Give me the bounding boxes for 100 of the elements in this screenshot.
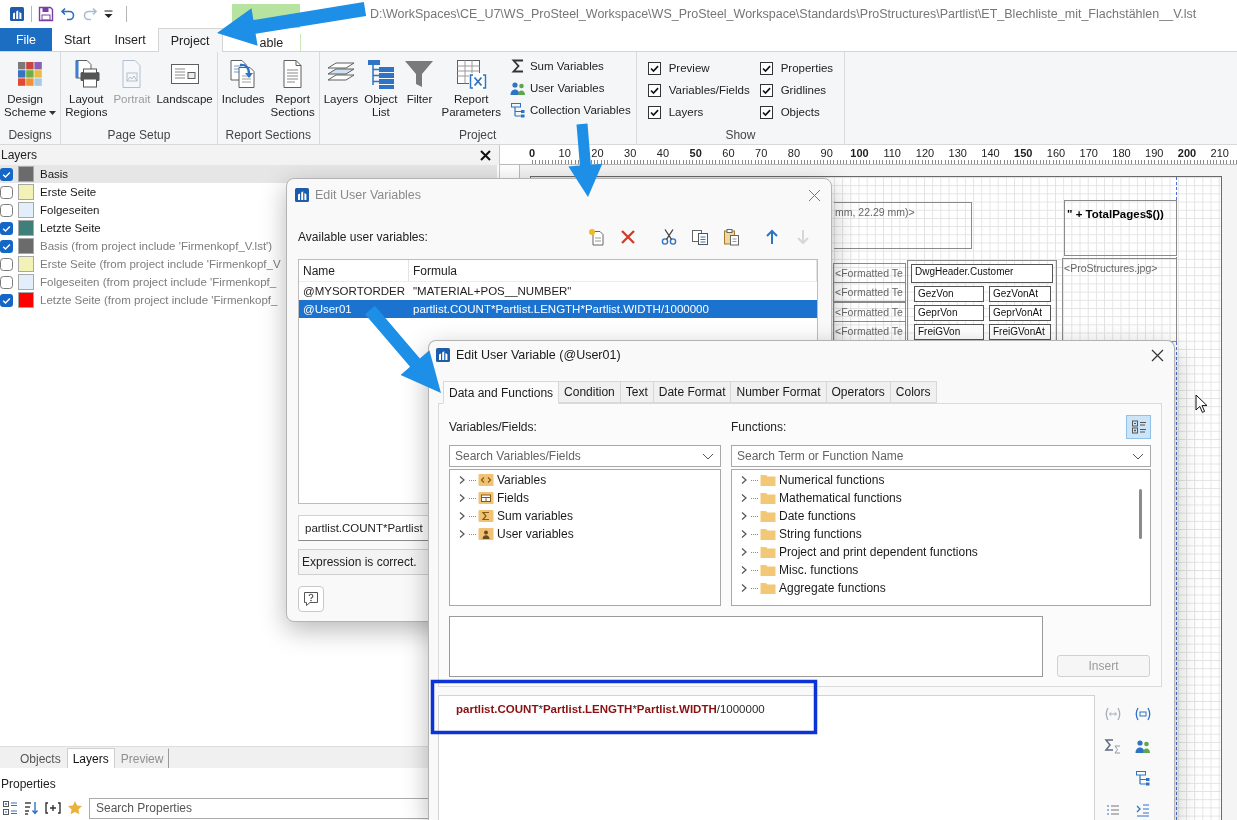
chevron-right-icon[interactable] bbox=[739, 493, 749, 503]
ribbon-tab[interactable]: Insert bbox=[102, 28, 158, 51]
undo-icon[interactable] bbox=[60, 6, 76, 22]
checkbox[interactable] bbox=[0, 185, 13, 199]
checkbox[interactable] bbox=[0, 293, 13, 307]
checkbox[interactable] bbox=[647, 61, 661, 75]
star-icon[interactable] bbox=[67, 800, 83, 816]
column-header[interactable]: Name bbox=[299, 260, 409, 281]
checkbox-label[interactable]: Objects bbox=[780, 106, 820, 118]
dialog-tab[interactable]: Text bbox=[619, 381, 654, 403]
checkbox-label[interactable]: Gridlines bbox=[780, 84, 827, 96]
app-logo-icon bbox=[295, 188, 309, 202]
close-button[interactable] bbox=[1151, 348, 1164, 362]
ribbon-button[interactable]: Report Parameters bbox=[440, 55, 502, 121]
dialog-tab[interactable]: Date Format bbox=[652, 381, 732, 403]
users-icon[interactable] bbox=[1135, 738, 1151, 754]
ribbon-button[interactable]: Landscape bbox=[155, 55, 214, 108]
checkbox-label[interactable]: Preview bbox=[668, 62, 710, 74]
chevron-right-icon[interactable] bbox=[739, 529, 749, 539]
chevron-down-icon[interactable] bbox=[702, 453, 714, 460]
bracketed-plus-icon[interactable] bbox=[44, 800, 62, 816]
checkbox[interactable] bbox=[0, 257, 13, 271]
close-button[interactable] bbox=[480, 149, 491, 161]
checkbox[interactable] bbox=[0, 239, 13, 253]
ribbon-button[interactable]: User Variables bbox=[507, 77, 633, 99]
layer-item[interactable]: Folgeseiten bbox=[0, 201, 497, 219]
sigma-icon[interactable] bbox=[1104, 738, 1122, 754]
line-caret-icon[interactable] bbox=[104, 9, 113, 19]
ribbon-button[interactable]: Sum Variables bbox=[507, 55, 633, 77]
checkbox[interactable] bbox=[647, 83, 661, 97]
dialog-tab[interactable]: Operators bbox=[825, 381, 891, 403]
folder-icon bbox=[760, 581, 776, 595]
layer-item[interactable]: Basis bbox=[0, 165, 497, 183]
ribbon-button[interactable]: Collection Variables bbox=[507, 99, 633, 121]
search-combo[interactable]: Search Variables/Fields bbox=[449, 445, 721, 467]
layer-name: Basis bbox=[40, 168, 69, 180]
checkbox[interactable] bbox=[0, 203, 13, 217]
checkbox[interactable] bbox=[759, 105, 773, 119]
scrollbar-thumb[interactable] bbox=[1139, 489, 1142, 539]
table-row[interactable]: @User01 partlist.COUNT*Partlist.LENGTH*Partlist.WIDTH/1000000 bbox=[299, 300, 817, 318]
tree-item[interactable]: Date functions bbox=[779, 509, 856, 523]
chevron-right-icon[interactable] bbox=[457, 493, 467, 503]
view-toggle-button[interactable] bbox=[1126, 415, 1151, 439]
ribbon-button[interactable]: Layers bbox=[322, 55, 360, 108]
ribbon-button[interactable]: Layout Regions bbox=[64, 55, 109, 121]
chevron-right-icon[interactable] bbox=[457, 529, 467, 539]
chevron-lines-icon[interactable] bbox=[1135, 802, 1151, 818]
ribbon-button[interactable]: Object List bbox=[363, 55, 399, 121]
checkbox-label[interactable]: Properties bbox=[780, 62, 834, 74]
ribbon-button[interactable]: Report Sections bbox=[269, 55, 316, 121]
ribbon-tab[interactable]: Start bbox=[52, 28, 103, 51]
tree-item[interactable]: Fields bbox=[497, 491, 529, 505]
dialog-tab[interactable]: Colors bbox=[889, 381, 937, 403]
search-combo[interactable]: Search Term or Function Name bbox=[731, 445, 1151, 467]
dialog-tab[interactable]: Data and Functions bbox=[443, 381, 560, 404]
panel-tab[interactable]: Layers bbox=[66, 748, 115, 768]
tree-item[interactable]: Mathematical functions bbox=[779, 491, 902, 505]
chevron-right-icon[interactable] bbox=[739, 511, 749, 521]
help-button[interactable] bbox=[298, 586, 324, 612]
tree-item[interactable]: Variables bbox=[497, 473, 547, 487]
tree-item[interactable]: Aggregate functions bbox=[779, 581, 886, 595]
checkbox-label[interactable]: Layers bbox=[668, 106, 704, 118]
column-header[interactable]: Formula bbox=[409, 260, 817, 281]
ribbon-button[interactable]: Includes bbox=[220, 55, 266, 108]
ribbon-tab[interactable]: File bbox=[0, 28, 52, 51]
chevron-right-icon[interactable] bbox=[457, 475, 467, 485]
box-tree-icon[interactable] bbox=[1135, 770, 1151, 786]
checkbox-label[interactable]: Variables/Fields bbox=[668, 84, 750, 96]
table-row[interactable]: @MYSORTORDER "MATERIAL+POS__NUMBER" bbox=[299, 282, 817, 300]
dialog-tab[interactable]: Condition bbox=[558, 381, 621, 403]
tree-item[interactable]: User variables bbox=[497, 527, 574, 541]
chevron-right-icon[interactable] bbox=[739, 547, 749, 557]
chevron-right-icon[interactable] bbox=[457, 511, 467, 521]
save-icon[interactable] bbox=[38, 6, 54, 22]
boxes-list-icon[interactable] bbox=[2, 800, 18, 816]
formula-editor[interactable]: partlist.COUNT*Partlist.LENGTH*Partlist.WIDTH/1000000 bbox=[438, 695, 1095, 820]
checkbox[interactable] bbox=[0, 221, 13, 235]
ribbon-button[interactable]: Design Scheme bbox=[3, 55, 58, 121]
tree-item[interactable]: String functions bbox=[779, 527, 862, 541]
layer-name: Folgeseiten (from project include 'Firmenkopf_ bbox=[40, 276, 277, 288]
search-field[interactable]: Search Properties bbox=[89, 797, 429, 819]
chevron-down-icon[interactable] bbox=[1132, 453, 1144, 460]
checkbox[interactable] bbox=[647, 105, 661, 119]
parentheses-box-icon[interactable] bbox=[1134, 706, 1152, 722]
dialog-tab[interactable]: Number Format bbox=[730, 381, 827, 403]
checkbox[interactable] bbox=[759, 83, 773, 97]
ribbon-tab[interactable]: able bbox=[259, 34, 301, 51]
checkbox[interactable] bbox=[0, 275, 13, 289]
ribbon-tab[interactable]: Project bbox=[157, 28, 223, 52]
tree-item[interactable]: Sum variables bbox=[497, 509, 574, 523]
checkbox[interactable] bbox=[0, 167, 13, 181]
chevron-right-icon[interactable] bbox=[739, 475, 749, 485]
panel-tab[interactable]: Objects bbox=[14, 748, 67, 768]
group-label: Report Sections bbox=[225, 127, 311, 142]
chevron-right-icon[interactable] bbox=[739, 583, 749, 593]
sort-icon[interactable] bbox=[23, 800, 39, 816]
checkbox[interactable] bbox=[759, 61, 773, 75]
chevron-right-icon[interactable] bbox=[739, 565, 749, 575]
ribbon-button[interactable]: Filter bbox=[402, 55, 437, 108]
tree-item[interactable]: Numerical functions bbox=[779, 473, 885, 487]
